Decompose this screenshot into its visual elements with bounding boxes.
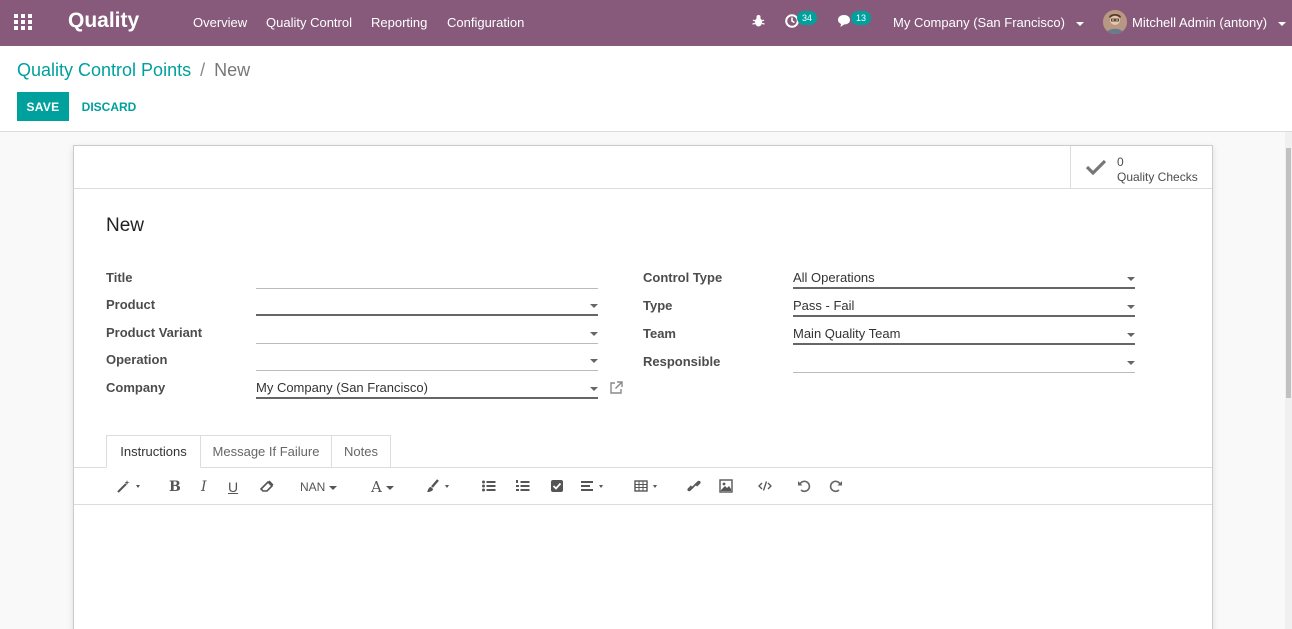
menu-reporting[interactable]: Reporting — [371, 15, 427, 30]
form-sheet: 0 Quality Checks New Title Product Produ… — [73, 145, 1213, 629]
breadcrumb-current: New — [214, 60, 251, 80]
checklist-icon[interactable] — [549, 478, 565, 496]
page-scrollbar[interactable] — [1285, 132, 1292, 629]
italic-icon[interactable]: I — [201, 478, 207, 496]
chevron-down-icon — [590, 332, 598, 336]
tab-instructions[interactable]: Instructions — [106, 435, 201, 468]
check-icon — [1085, 158, 1107, 179]
bug-icon[interactable] — [752, 14, 765, 31]
font-color-icon[interactable]: A — [371, 478, 394, 496]
tab-message-if-failure[interactable]: Message If Failure — [200, 435, 332, 467]
scrollbar-thumb[interactable] — [1286, 148, 1291, 398]
control-panel: Quality Control Points / New SAVE DISCAR… — [0, 46, 1292, 132]
team-label: Team — [643, 326, 676, 341]
company-switcher[interactable]: My Company (San Francisco) — [893, 15, 1084, 30]
paint-brush-icon[interactable] — [425, 478, 455, 496]
product-label: Product — [106, 297, 156, 312]
responsible-label: Responsible — [643, 354, 721, 369]
app-grid-icon[interactable] — [14, 14, 38, 32]
chevron-down-icon — [590, 304, 598, 308]
quality-checks-label: Quality Checks — [1117, 170, 1198, 184]
product-field[interactable] — [256, 294, 598, 316]
company-field[interactable]: My Company (San Francisco) — [256, 377, 598, 399]
chevron-down-icon — [590, 387, 598, 391]
title-field[interactable] — [256, 267, 598, 289]
responsible-field[interactable] — [793, 351, 1135, 373]
type-label: Type — [643, 298, 673, 313]
underline-icon[interactable]: U — [228, 478, 238, 496]
discard-button[interactable]: DISCARD — [76, 92, 142, 121]
save-button[interactable]: SAVE — [17, 92, 69, 121]
bold-icon[interactable]: B — [169, 478, 181, 496]
user-name: Mitchell Admin (antony) — [1132, 15, 1286, 30]
image-icon[interactable] — [718, 478, 734, 496]
numbered-list-icon[interactable] — [515, 478, 531, 496]
quality-checks-button[interactable]: 0 Quality Checks — [1070, 146, 1212, 189]
undo-icon[interactable] — [796, 478, 812, 496]
eraser-icon[interactable] — [259, 478, 275, 496]
chevron-down-icon — [329, 485, 338, 490]
team-value: Main Quality Team — [793, 326, 901, 341]
breadcrumb: Quality Control Points / New — [17, 60, 250, 81]
control-type-value: All Operations — [793, 270, 875, 285]
breadcrumb-separator: / — [200, 60, 206, 80]
editor-toolbar: B I U NAN A — [74, 468, 1212, 505]
chevron-down-icon — [1127, 361, 1135, 365]
control-type-label: Control Type — [643, 270, 723, 285]
team-field[interactable]: Main Quality Team — [793, 323, 1135, 345]
font-size-value: NAN — [300, 480, 326, 494]
quality-checks-count: 0 — [1117, 155, 1124, 169]
font-size-dropdown[interactable]: NAN — [300, 478, 338, 496]
app-brand[interactable]: Quality — [68, 9, 139, 33]
record-title: New — [106, 215, 145, 236]
menu-configuration[interactable]: Configuration — [447, 15, 524, 30]
chevron-down-icon — [1277, 21, 1286, 26]
type-field[interactable]: Pass - Fail — [793, 295, 1135, 317]
product-variant-label: Product Variant — [106, 325, 203, 340]
chevron-down-icon — [1127, 333, 1135, 337]
avatar — [1103, 10, 1127, 34]
menu-overview[interactable]: Overview — [193, 15, 247, 30]
breadcrumb-parent[interactable]: Quality Control Points — [17, 60, 191, 80]
chevron-down-icon — [590, 359, 598, 363]
user-name-text: Mitchell Admin (antony) — [1132, 15, 1268, 30]
title-label: Title — [106, 270, 133, 285]
menu-quality-control[interactable]: Quality Control — [266, 15, 352, 30]
chevron-down-icon — [1127, 277, 1135, 281]
operation-field[interactable] — [256, 349, 598, 371]
redo-icon[interactable] — [828, 478, 844, 496]
link-icon[interactable] — [686, 478, 702, 496]
company-value: My Company (San Francisco) — [256, 380, 428, 395]
type-value: Pass - Fail — [793, 298, 855, 313]
company-label: Company — [106, 380, 166, 395]
activity-badge: 34 — [797, 11, 818, 25]
chevron-down-icon — [1075, 21, 1084, 26]
external-link-icon[interactable] — [609, 381, 623, 398]
tab-notes[interactable]: Notes — [331, 435, 391, 467]
table-icon[interactable] — [634, 478, 664, 496]
control-type-field[interactable]: All Operations — [793, 267, 1135, 289]
magic-wand-icon[interactable] — [116, 478, 142, 496]
operation-label: Operation — [106, 352, 168, 367]
top-navbar: Quality Overview Quality Control Reporti… — [0, 0, 1292, 46]
messages-badge: 13 — [851, 11, 872, 25]
product-variant-field[interactable] — [256, 322, 598, 344]
chevron-down-icon — [385, 486, 394, 490]
button-box: 0 Quality Checks — [74, 146, 1212, 189]
company-name: My Company (San Francisco) — [893, 15, 1065, 30]
bullet-list-icon[interactable] — [481, 478, 497, 496]
chevron-down-icon — [1127, 305, 1135, 309]
align-icon[interactable] — [580, 478, 610, 496]
code-view-icon[interactable] — [757, 478, 773, 496]
